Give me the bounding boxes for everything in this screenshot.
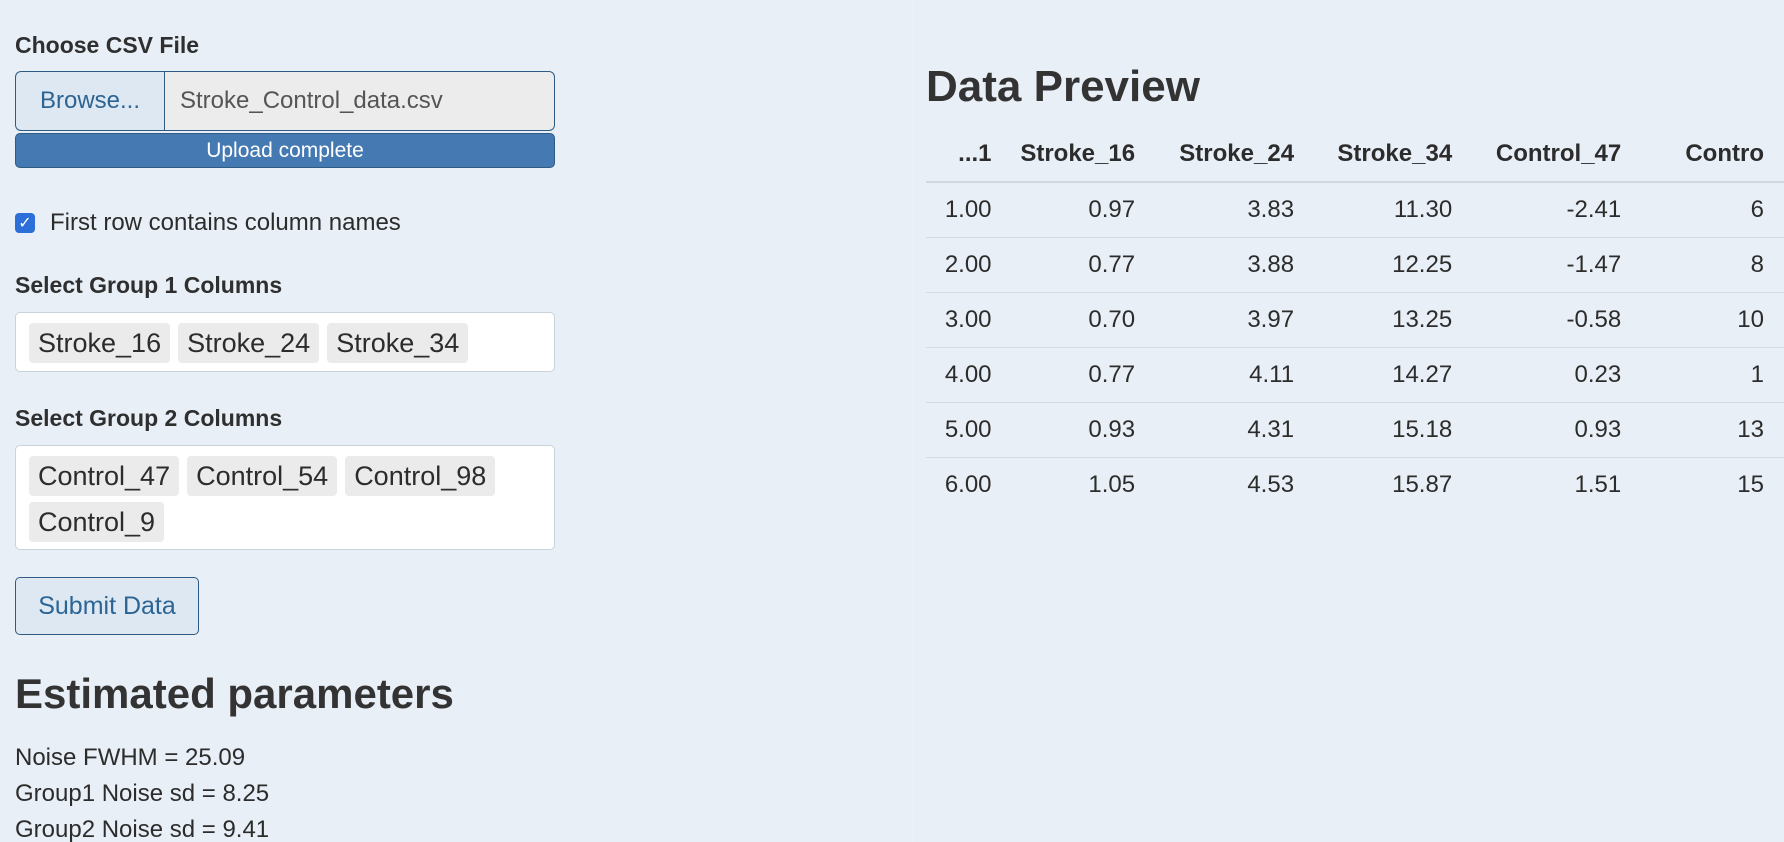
- column-header[interactable]: ...1: [926, 127, 1012, 183]
- table-row: 6.00 1.05 4.53 15.87 1.51 15: [926, 458, 1784, 513]
- table-cell: 0.97: [1011, 182, 1156, 238]
- upload-progress-bar: Upload complete: [15, 133, 555, 168]
- table-cell: 4.11: [1155, 347, 1315, 403]
- column-header[interactable]: Contro: [1641, 127, 1784, 183]
- table-cell: 6.00: [944, 471, 992, 498]
- column-header[interactable]: Stroke_16: [1011, 127, 1156, 183]
- header-checkbox-row: ✓ First row contains column names: [15, 209, 401, 237]
- group1-chip[interactable]: Stroke_34: [327, 323, 469, 363]
- group1-label: Select Group 1 Columns: [15, 272, 283, 298]
- table-cell: 0.70: [1011, 292, 1156, 348]
- table-cell: 6: [1641, 182, 1784, 238]
- table-cell: 3.97: [1155, 292, 1315, 348]
- main-panel: Data Preview ...1 Stroke_16 Stroke_24 St…: [926, 0, 1784, 842]
- table-cell: 15: [1737, 471, 1764, 498]
- group1-chip[interactable]: Stroke_16: [29, 323, 171, 363]
- table-cell: 14.27: [1314, 347, 1473, 403]
- table-cell: 8: [1641, 237, 1784, 293]
- checkmark-icon: ✓: [18, 215, 32, 232]
- group2-chip[interactable]: Control_98: [345, 456, 496, 496]
- table-cell: 0.23: [1472, 347, 1642, 403]
- table-cell: 4.00: [926, 347, 1012, 403]
- group2-select[interactable]: Control_47 Control_54 Control_98 Control…: [15, 445, 555, 550]
- table-cell: 3.83: [1155, 182, 1315, 238]
- table-cell: 15.87: [1392, 471, 1453, 498]
- group1-chip[interactable]: Stroke_24: [178, 323, 320, 363]
- group2-chip[interactable]: Control_54: [187, 456, 338, 496]
- table-cell: 13.25: [1314, 292, 1473, 348]
- group2-chip[interactable]: Control_9: [29, 502, 165, 542]
- table-cell: 10: [1641, 292, 1784, 348]
- table-cell: 0.77: [1011, 347, 1156, 403]
- table-header-row: ...1 Stroke_16 Stroke_24 Stroke_34 Contr…: [926, 127, 1784, 183]
- file-input: Browse... Stroke_Control_data.csv: [15, 71, 555, 131]
- table-cell: 15.18: [1314, 402, 1473, 458]
- header-checkbox[interactable]: ✓: [15, 213, 35, 233]
- table-row: 1.00 0.97 3.83 11.30 -2.41 6: [926, 182, 1784, 238]
- submit-data-button[interactable]: Submit Data: [15, 577, 199, 635]
- table-cell: 1.05: [1088, 471, 1136, 498]
- group2-chip[interactable]: Control_47: [29, 456, 180, 496]
- group2-label: Select Group 2 Columns: [15, 405, 283, 431]
- table-cell: 11.30: [1314, 182, 1473, 238]
- table-cell: 13: [1641, 402, 1784, 458]
- browse-button[interactable]: Browse...: [15, 71, 164, 131]
- table-row: 3.00 0.70 3.97 13.25 -0.58 10: [926, 292, 1784, 348]
- file-input-label: Choose CSV File: [15, 32, 200, 58]
- data-preview-title: Data Preview: [926, 62, 1200, 111]
- table-cell: 5.00: [926, 402, 1012, 458]
- table-cell: 1.51: [1574, 471, 1622, 498]
- estimated-parameters-title: Estimated parameters: [15, 670, 454, 717]
- table-cell: -1.47: [1472, 237, 1642, 293]
- column-header[interactable]: Stroke_24: [1155, 127, 1315, 183]
- table-cell: 1.00: [926, 182, 1012, 238]
- table-cell: 4.53: [1247, 471, 1295, 498]
- table-cell: 4.31: [1155, 402, 1315, 458]
- table-row: 5.00 0.93 4.31 15.18 0.93 13: [926, 402, 1784, 458]
- table-cell: 0.93: [1011, 402, 1156, 458]
- noise-fwhm-text: Noise FWHM = 25.09: [15, 744, 246, 771]
- table-row: 4.00 0.77 4.11 14.27 0.23 1: [926, 347, 1784, 403]
- column-header[interactable]: Control_47: [1472, 127, 1642, 183]
- table-cell: -2.41: [1472, 182, 1642, 238]
- header-checkbox-label[interactable]: First row contains column names: [50, 209, 401, 237]
- file-name-field[interactable]: Stroke_Control_data.csv: [164, 71, 555, 131]
- group2-noise-sd-text: Group2 Noise sd = 9.41: [15, 816, 270, 842]
- shiny-app: Choose CSV File Browse... Stroke_Control…: [0, 0, 1784, 842]
- group1-noise-sd-text: Group1 Noise sd = 8.25: [15, 780, 270, 807]
- table-cell: 2.00: [926, 237, 1012, 293]
- table-cell: 0.77: [1011, 237, 1156, 293]
- column-header[interactable]: Stroke_34: [1314, 127, 1473, 183]
- table-cell: 0.93: [1472, 402, 1642, 458]
- table-cell: 12.25: [1314, 237, 1473, 293]
- table-cell: -0.58: [1472, 292, 1642, 348]
- panel-divider: [912, 0, 914, 842]
- table-cell: 3.00: [926, 292, 1012, 348]
- table-cell: 1: [1641, 347, 1784, 403]
- table-cell: 3.88: [1155, 237, 1315, 293]
- table-body: 1.00 0.97 3.83 11.30 -2.41 6 2.00 0.77 3.88 12.25…: [926, 182, 1784, 512]
- group1-select[interactable]: Stroke_16 Stroke_24 Stroke_34: [15, 312, 555, 372]
- table-row: 2.00 0.77 3.88 12.25 -1.47 8: [926, 237, 1784, 293]
- data-preview-table: ...1 Stroke_16 Stroke_24 Stroke_34 Contr…: [926, 127, 1784, 512]
